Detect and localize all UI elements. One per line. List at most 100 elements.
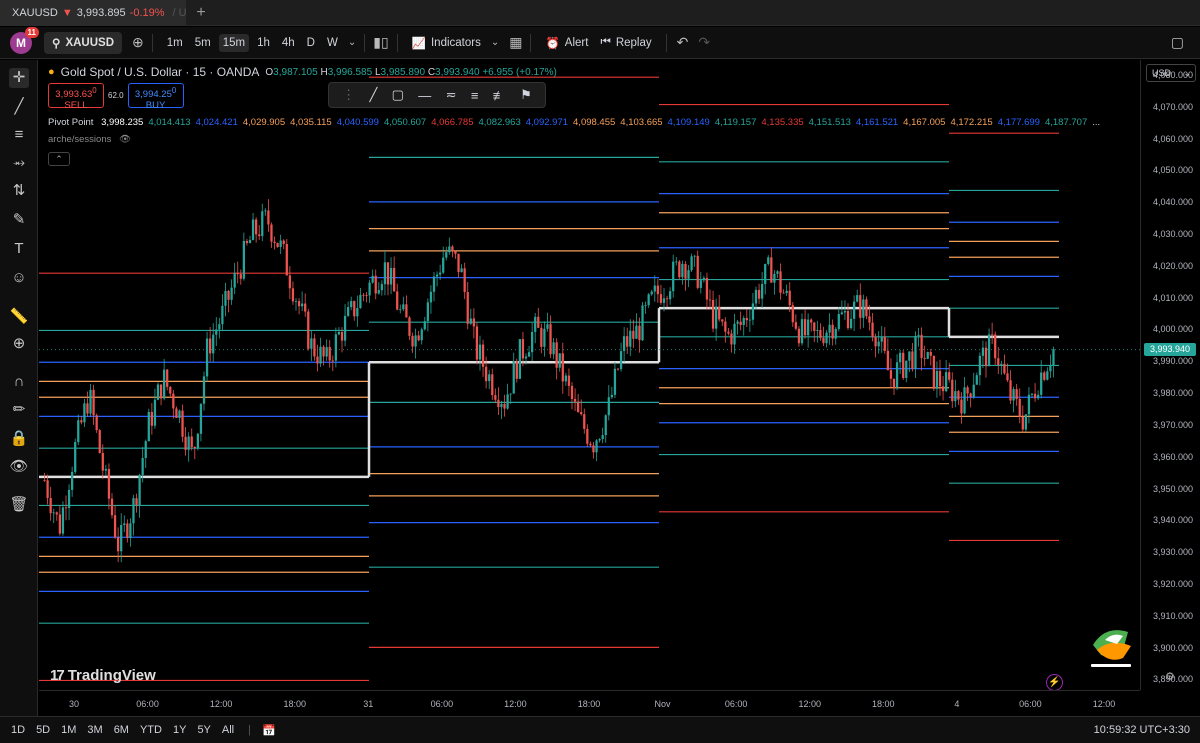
timeframe-5m[interactable]: 5m [191,34,215,52]
lock-icon[interactable]: 🔒 [9,429,29,449]
timeframe-4h[interactable]: 4h [278,34,299,52]
chart-pane[interactable] [39,60,1140,690]
ruler-icon[interactable]: 📏 [9,307,29,327]
sessions-label: arche/sessions [48,134,112,145]
fib-retracement-icon[interactable]: ⇅ [9,181,29,201]
compare-plus-icon[interactable]: ⊕ [132,34,144,51]
sell-price-sup: 0 [92,86,97,95]
drag-handle-icon[interactable]: ⋮ [342,87,355,103]
pitchfork-icon[interactable]: ≢ [493,88,506,103]
crosshair-icon[interactable]: ✛ [9,68,29,88]
pattern-icon[interactable]: ⥇ [9,153,29,173]
candle-body [610,394,613,398]
chevron-down-icon[interactable]: ⌄ [348,37,356,48]
range-1m[interactable]: 1M [61,724,76,736]
browser-tab[interactable]: XAUUSD ▼ 3,993.895 -0.19% / U [0,0,187,26]
candle-body [972,384,975,397]
range-all[interactable]: All [222,724,234,736]
undo-icon[interactable]: ↶ [677,34,689,51]
new-tab-plus-icon[interactable]: + [192,4,210,22]
line-tool-icon[interactable]: ╱ [369,87,377,103]
rectangle-tool-icon[interactable]: ▢ [392,87,404,103]
price-chart-svg[interactable] [39,60,1140,690]
indicators-button[interactable]: 📈 Indicators [406,36,487,50]
timeframe-1h[interactable]: 1h [253,34,274,52]
replay-button[interactable]: ⏮ Replay [594,36,657,49]
candle-body [442,257,445,273]
timeframe-15m[interactable]: 15m [218,33,250,52]
range-5d[interactable]: 5D [36,724,50,736]
range-6m[interactable]: 6M [114,724,129,736]
timeframe-d[interactable]: D [303,34,319,52]
candle-body [389,268,393,285]
buy-button[interactable]: 3,994.250 BUY [127,83,184,111]
range-3m[interactable]: 3M [87,724,102,736]
sell-button[interactable]: 3,993.630 SELL [48,83,104,112]
candle-body [141,458,144,475]
fullscreen-square-icon[interactable]: ▢ [1171,34,1184,51]
fib-channel-icon[interactable]: ≡ [471,88,479,103]
date-range-calendar-icon[interactable]: 📅 [262,724,276,737]
symbol-search-button[interactable]: ⚲ XAUUSD [44,31,122,54]
candle-body [917,334,920,336]
pivot-value: 4,050.607 [383,117,427,128]
trash-icon[interactable]: 🗑 [9,495,29,515]
brush-icon[interactable]: ✎ [9,210,29,230]
tab-price: 3,993.895 [76,7,126,19]
range-1d[interactable]: 1D [11,724,25,736]
candle-type-icon[interactable]: ▮▯ [373,34,388,51]
user-avatar[interactable]: M 11 [10,26,39,54]
chevron-down-icon[interactable]: ⌄ [491,37,499,48]
range-1y[interactable]: 1Y [173,724,186,736]
time-tick: 4 [954,699,960,709]
eye-icon[interactable]: 👁 [9,457,29,477]
candle-body [816,330,819,331]
candle-body [889,370,893,379]
alert-button[interactable]: ⏰ Alert [539,36,594,50]
redo-icon[interactable]: ↷ [698,34,710,51]
price-axis[interactable]: USD ⌄ 4,080.000 4,070.000 4,060.000 4,050.0… [1140,60,1200,690]
candle-body [730,333,733,345]
alert-label: Alert [564,36,589,49]
candle-body [472,318,475,327]
sell-label: SELL [64,100,88,112]
text-tool-icon[interactable]: T [9,239,29,259]
candle-body [859,295,862,318]
timeframe-w[interactable]: W [323,34,342,52]
candle-body [905,360,908,378]
candle-body [595,440,598,453]
parallel-channel-icon[interactable]: ≂ [446,87,457,103]
flag-marker-icon[interactable]: ⚑ [520,87,532,103]
candle-body [221,305,224,325]
candle-body [386,262,390,285]
lightning-icon[interactable]: ⚡ [1046,674,1063,691]
emoji-icon[interactable]: ☺ [9,268,29,288]
candle-body [779,271,782,293]
range-ytd[interactable]: YTD [140,724,162,736]
horizontal-lines-icon[interactable]: ≡ [9,125,29,145]
toolbar-divider [364,33,366,52]
collapse-legend-button[interactable]: ⌃ [48,152,70,166]
lock-drawings-pencil-icon[interactable]: ✏ [9,400,29,420]
horizontal-ray-icon[interactable]: — [418,88,431,103]
spread-value: 62.0 [108,91,124,100]
candle-body [294,301,298,302]
candle-body [417,335,420,341]
magnet-icon[interactable]: ∩ [9,372,29,392]
time-axis[interactable]: 30 06:00 12:00 18:00 31 06:00 12:00 18:00 Nov 06:… [39,690,1140,716]
zoom-in-icon[interactable]: ⊕ [9,334,29,354]
utc-clock[interactable]: 10:59:32 UTC+3:30 [1094,724,1190,736]
layouts-grid-icon[interactable]: ▦ [509,34,522,51]
candle-body [1021,416,1024,430]
range-5y[interactable]: 5Y [197,724,210,736]
trend-line-icon[interactable]: ╱ [9,97,29,117]
time-tick: Nov [654,699,671,709]
eye-icon[interactable]: 👁 [119,134,131,145]
settings-gear-icon[interactable]: ⚙ [1165,670,1175,683]
candle-body [650,291,653,295]
indicators-label: Indicators [430,36,481,49]
candle-body [236,272,239,275]
candle-body [113,515,117,538]
timeframe-1m[interactable]: 1m [163,34,187,52]
candle-body [77,420,80,443]
